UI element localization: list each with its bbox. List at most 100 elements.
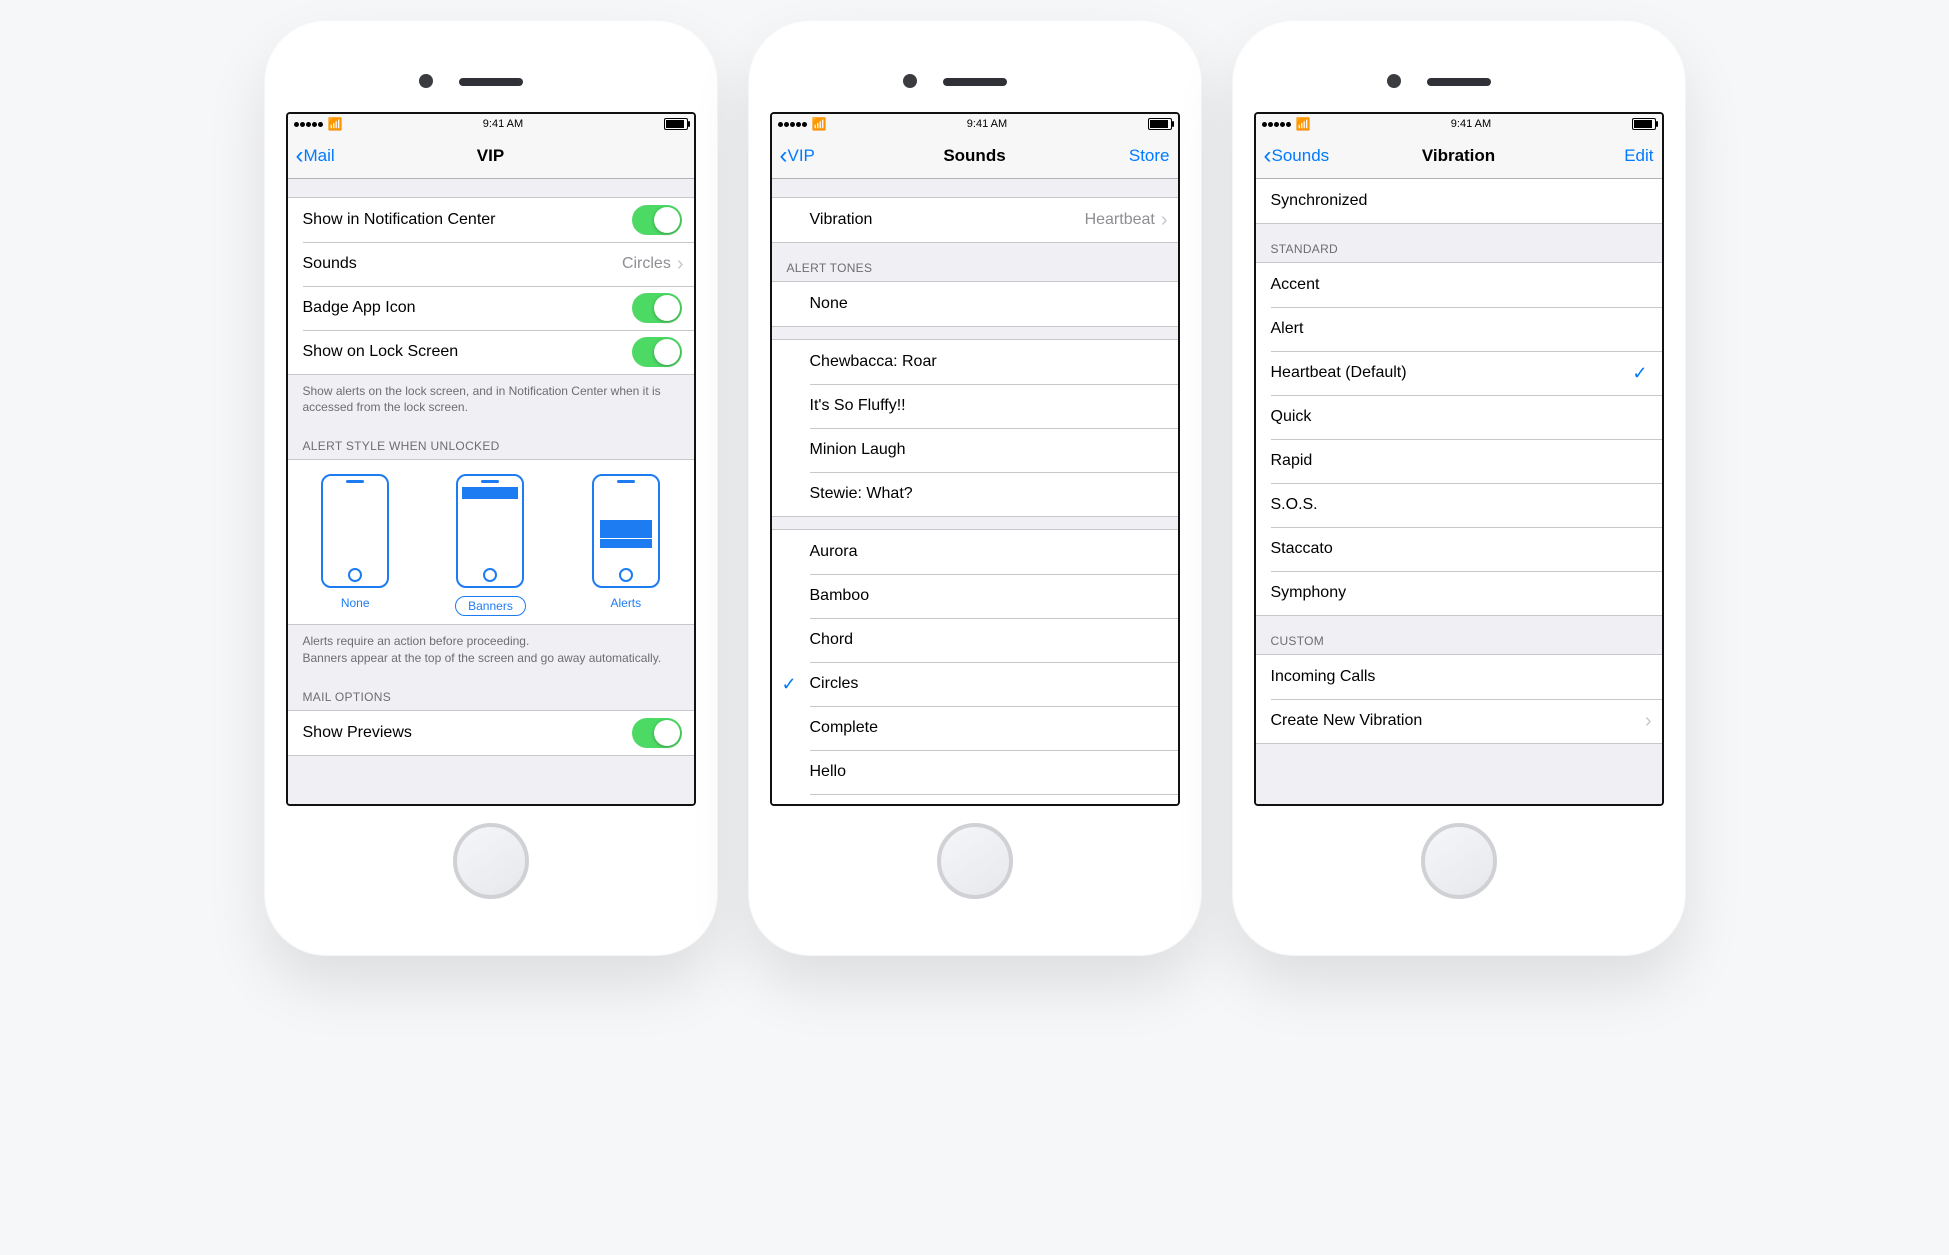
home-button[interactable] [453,823,529,899]
standard-header: STANDARD [1256,224,1662,262]
tones-group-3: Aurora Bamboo Chord ✓ Circles Complete Hello In… [772,529,1178,804]
toggle-lock-screen[interactable] [632,337,682,367]
row-label: Chewbacca: Roar [810,353,1178,371]
tone-row[interactable]: Stewie: What? [772,472,1178,516]
alert-style-none-preview [321,474,389,588]
alert-style-label: Alerts [610,596,641,610]
tone-row[interactable]: Hello [772,750,1178,794]
edit-button[interactable]: Edit [1574,146,1654,166]
row-label: Minion Laugh [810,441,1178,459]
row-label: Quick [1271,408,1662,426]
alert-style-alerts[interactable]: Alerts [571,474,681,616]
status-bar: 📶 9:41 AM [772,114,1178,134]
toggle-notification-center[interactable] [632,205,682,235]
alert-style-header: ALERT STYLE WHEN UNLOCKED [288,421,694,459]
vibration-row[interactable]: Rapid [1256,439,1662,483]
vibration-row[interactable]: Quick [1256,395,1662,439]
back-button[interactable]: ‹ VIP [780,144,860,168]
tone-row[interactable]: Minion Laugh [772,428,1178,472]
row-label: Symphony [1271,584,1662,602]
phone-vibration: 📶 9:41 AM ‹ Sounds Vibration Edit Synchr… [1232,20,1686,956]
tones-group-1: None [772,281,1178,327]
store-button[interactable]: Store [1090,146,1170,166]
tone-row[interactable]: Aurora [772,530,1178,574]
tone-row[interactable]: Chord [772,618,1178,662]
alert-style-label: None [341,596,370,610]
tone-row[interactable]: ✓ Circles [772,662,1178,706]
alert-style-banners-preview [456,474,524,588]
back-label: Mail [304,146,335,166]
vibration-row[interactable]: Symphony [1256,571,1662,615]
check-icon: ✓ [782,674,797,695]
mail-options-header: MAIL OPTIONS [288,672,694,710]
battery-icon [1148,118,1172,130]
signal-dots-icon [778,118,808,130]
toggle-badge[interactable] [632,293,682,323]
tone-row[interactable]: Bamboo [772,574,1178,618]
battery-icon [664,118,688,130]
row-label: Incoming Calls [1271,668,1662,686]
row-label: Hello [810,763,1178,781]
status-bar: 📶 9:41 AM [1256,114,1662,134]
wifi-icon: 📶 [1296,117,1311,131]
phone-vip-settings: 📶 9:41 AM ‹ Mail VIP Show in Notificatio… [264,20,718,956]
nav-title: Sounds [860,146,1090,166]
back-label: Sounds [1272,146,1330,166]
row-show-in-notification-center[interactable]: Show in Notification Center [288,198,694,242]
tone-row[interactable]: It's So Fluffy!! [772,384,1178,428]
row-show-previews[interactable]: Show Previews [288,711,694,755]
vibration-row[interactable]: Staccato [1256,527,1662,571]
row-label: Staccato [1271,540,1662,558]
wifi-icon: 📶 [812,117,827,131]
tone-row[interactable]: Complete [772,706,1178,750]
home-button[interactable] [1421,823,1497,899]
tone-row[interactable]: Input [772,794,1178,804]
back-button[interactable]: ‹ Mail [296,144,376,168]
standard-vibrations-group: AccentAlertHeartbeat (Default)✓ Quick Rapi… [1256,262,1662,616]
vibration-row[interactable]: Heartbeat (Default)✓ [1256,351,1662,395]
alert-style-picker: None Banners Alerts [288,459,694,625]
back-button[interactable]: ‹ Sounds [1264,144,1344,168]
home-button[interactable] [937,823,1013,899]
row-label: None [810,295,1178,313]
alert-style-alerts-preview [592,474,660,588]
nav-bar: ‹ Mail VIP [288,134,694,179]
vibration-row[interactable]: Alert [1256,307,1662,351]
row-label: Show in Notification Center [303,211,632,229]
status-time: 9:41 AM [967,118,1007,130]
row-badge-app-icon[interactable]: Badge App Icon [288,286,694,330]
row-label: Bamboo [810,587,1178,605]
row-label: Complete [810,719,1178,737]
row-custom-vibration[interactable]: Incoming Calls [1256,655,1662,699]
battery-icon [1632,118,1656,130]
row-label: Chord [810,631,1178,649]
chevron-left-icon: ‹ [780,144,788,168]
vibration-row[interactable]: Accent [1256,263,1662,307]
nav-title: VIP [376,146,606,166]
row-synced[interactable]: Synchronized [1256,179,1662,223]
custom-header: CUSTOM [1256,616,1662,654]
chevron-left-icon: ‹ [1264,144,1272,168]
toggle-show-previews[interactable] [632,718,682,748]
custom-vibrations-group: Incoming Calls Create New Vibration› [1256,654,1662,744]
status-time: 9:41 AM [1451,118,1491,130]
alert-style-banners[interactable]: Banners [435,474,545,616]
row-label: Synchronized [1271,192,1662,210]
row-label: Vibration [810,211,1085,229]
row-show-on-lock-screen[interactable]: Show on Lock Screen [288,330,694,374]
alert-style-none[interactable]: None [300,474,410,616]
row-vibration[interactable]: Vibration Heartbeat › [772,198,1178,242]
chevron-right-icon: › [677,254,684,274]
row-sounds[interactable]: Sounds Circles › [288,242,694,286]
tone-row[interactable]: None [772,282,1178,326]
vibration-row[interactable]: S.O.S. [1256,483,1662,527]
row-label: Aurora [810,543,1178,561]
status-bar: 📶 9:41 AM [288,114,694,134]
tone-row[interactable]: Chewbacca: Roar [772,340,1178,384]
alert-style-label: Banners [455,596,526,616]
row-label: Sounds [303,255,622,273]
row-create-new-vibration[interactable]: Create New Vibration› [1256,699,1662,743]
row-label: Circles [810,675,1178,693]
wifi-icon: 📶 [328,117,343,131]
row-label: S.O.S. [1271,496,1662,514]
